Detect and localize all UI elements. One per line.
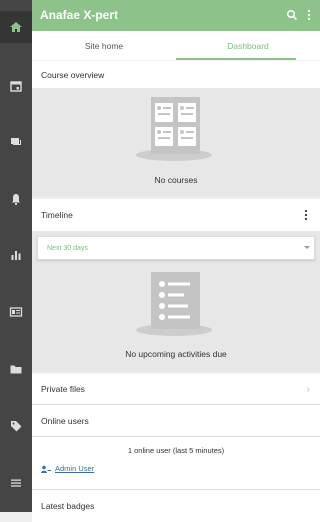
more-options-button[interactable] <box>303 7 315 23</box>
tag-icon <box>11 421 22 432</box>
user-status-icon <box>41 465 51 473</box>
rail-notifications[interactable] <box>0 183 32 215</box>
folder-icon <box>10 365 22 374</box>
more-vertical-icon <box>304 209 308 221</box>
messages-icon <box>11 138 21 145</box>
private-files-title: Private files <box>41 384 85 394</box>
active-tab-indicator <box>176 58 296 60</box>
timeline-options-button[interactable] <box>302 208 310 222</box>
courses-empty-icon <box>136 97 212 161</box>
notifications-icon <box>12 194 20 206</box>
private-files-row[interactable]: Private files › <box>32 374 320 404</box>
course-overview-heading: Course overview <box>32 61 320 88</box>
home-icon <box>10 22 22 32</box>
side-rail <box>0 0 32 512</box>
rail-messages[interactable] <box>0 126 32 158</box>
no-courses-text: No courses <box>154 175 198 185</box>
rail-menu[interactable] <box>0 467 32 499</box>
rail-badge-card[interactable] <box>0 296 32 328</box>
no-activities-text: No upcoming activities due <box>125 349 227 359</box>
rail-grades[interactable] <box>0 239 32 271</box>
search-button[interactable] <box>284 7 300 23</box>
timeline-title: Timeline <box>41 210 73 220</box>
calendar-icon <box>10 81 22 92</box>
rail-calendar[interactable] <box>0 70 32 102</box>
online-users-panel: 1 online user (last 5 minutes) Admin Use… <box>32 437 320 489</box>
grades-icon <box>11 251 21 260</box>
online-users-title: Online users <box>41 415 89 426</box>
menu-icon <box>11 479 21 487</box>
tab-dashboard[interactable]: Dashboard <box>176 31 320 60</box>
badge-card-icon <box>9 307 23 317</box>
rail-home[interactable] <box>0 11 32 43</box>
online-users-count: 1 online user (last 5 minutes) <box>127 446 225 455</box>
latest-badges-title: Latest badges <box>41 501 95 511</box>
online-user-link[interactable]: Admin User <box>41 464 94 473</box>
timeline-filter-value: Next 30 days <box>47 244 88 252</box>
timeline-filter-select[interactable]: Next 30 days <box>37 236 315 260</box>
more-vertical-icon <box>307 9 311 21</box>
course-overview-empty-panel: No courses <box>32 88 320 197</box>
search-icon <box>286 9 298 21</box>
chevron-right-icon: › <box>306 383 310 395</box>
tab-bar: Site home Dashboard <box>32 31 320 60</box>
dropdown-arrow-icon <box>304 246 310 249</box>
timeline-empty-icon <box>136 272 212 336</box>
app-title: Anafae X-pert <box>40 8 119 22</box>
online-users-heading: Online users <box>32 405 320 436</box>
rail-tags[interactable] <box>0 410 32 442</box>
course-overview-title: Course overview <box>41 69 105 80</box>
tab-site-home[interactable]: Site home <box>32 31 176 60</box>
timeline-heading: Timeline <box>32 199 320 231</box>
online-user-name: Admin User <box>55 464 95 473</box>
latest-badges-heading: Latest badges <box>32 490 320 522</box>
app-bar: Anafae X-pert <box>32 0 320 31</box>
rail-files[interactable] <box>0 353 32 385</box>
